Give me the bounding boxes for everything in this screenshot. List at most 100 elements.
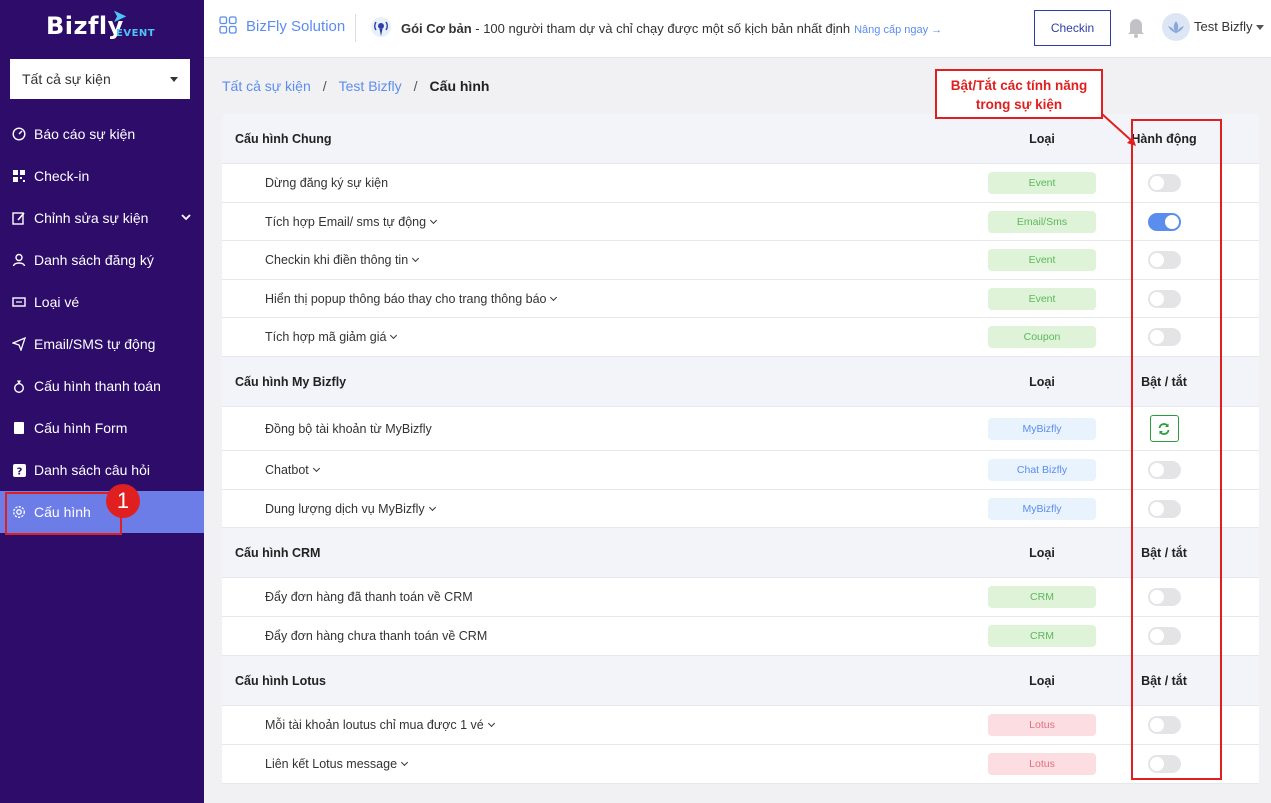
type-badge: Lotus xyxy=(988,753,1096,775)
setting-label: Đẩy đơn hàng đã thanh toán về CRM xyxy=(265,590,473,604)
type-column-header: Loại xyxy=(1029,545,1055,560)
setting-label: Đẩy đơn hàng chưa thanh toán về CRM xyxy=(265,629,488,643)
user-icon xyxy=(10,251,28,269)
setting-row: Mỗi tài khoản loutus chỉ mua được 1 vé Lo… xyxy=(222,706,1259,745)
settings-panel: Cấu hình Chung Loại Hành động Dừng đăng ký … xyxy=(222,114,1259,784)
breadcrumb: Tất cả sự kiện / Test Bizfly / Cấu hình xyxy=(222,78,489,94)
setting-row: Đẩy đơn hàng đã thanh toán về CRM CRM xyxy=(222,578,1259,617)
solution-link[interactable]: BizFly Solution xyxy=(246,18,345,35)
annotation-callout: Bật/Tắt các tính năng trong sự kiện xyxy=(935,69,1103,119)
setting-row: Đồng bộ tài khoản từ MyBizfly MyBizfly xyxy=(222,407,1259,451)
setting-row: Hiển thị popup thông báo thay cho trang … xyxy=(222,280,1259,318)
edit-icon xyxy=(10,209,28,227)
breadcrumb-link[interactable]: Tất cả sự kiện xyxy=(222,78,311,94)
section-header: Cấu hình CRM Loại Bật / tắt xyxy=(222,528,1259,578)
sidebar-item-label: Chỉnh sửa sự kiện xyxy=(34,210,149,226)
sidebar-item-label: Cấu hình thanh toán xyxy=(34,378,161,394)
chevron-down-icon xyxy=(180,210,192,226)
type-badge: Chat Bizfly xyxy=(988,459,1096,481)
setting-name[interactable]: Tích hợp Email/ sms tự động xyxy=(265,215,438,229)
chevron-down-icon[interactable] xyxy=(400,758,409,767)
sidebar-item-registrations[interactable]: Danh sách đăng ký xyxy=(0,239,204,281)
sidebar-item-label: Danh sách câu hỏi xyxy=(34,462,150,478)
bell-icon[interactable] xyxy=(1126,16,1146,41)
sidebar-item-label: Cấu hình Form xyxy=(34,420,128,436)
type-badge: Coupon xyxy=(988,326,1096,348)
send-icon xyxy=(10,335,28,353)
setting-name[interactable]: Checkin khi điền thông tin xyxy=(265,253,420,267)
type-badge: Lotus xyxy=(988,714,1096,736)
section-header: Cấu hình My Bizfly Loại Bật / tắt xyxy=(222,357,1259,407)
type-badge: Event xyxy=(988,172,1096,194)
setting-row: Dừng đăng ký sự kiện Event xyxy=(222,164,1259,203)
chevron-down-icon[interactable] xyxy=(390,331,398,340)
money-bag-icon xyxy=(10,377,28,395)
bizfly-logo[interactable]: Bizfly ➤ EVENT xyxy=(46,6,155,40)
setting-label: Chatbot xyxy=(265,463,309,477)
top-bar: BizFly Solution Gói Cơ bản - 100 người t… xyxy=(204,0,1271,58)
logo-sub: EVENT xyxy=(116,28,156,39)
sidebar-item-payment-config[interactable]: Cấu hình thanh toán xyxy=(0,365,204,407)
setting-label: Dừng đăng ký sự kiện xyxy=(265,176,389,190)
setting-row: Dung lượng dịch vụ MyBizfly MyBizfly xyxy=(222,490,1259,528)
setting-label: Mỗi tài khoản loutus chỉ mua được 1 vé xyxy=(265,718,484,732)
setting-name[interactable]: Dung lượng dịch vụ MyBizfly xyxy=(265,501,436,516)
setting-name[interactable]: Chatbot xyxy=(265,463,320,477)
setting-label: Dung lượng dịch vụ MyBizfly xyxy=(265,501,425,516)
caret-down-icon[interactable] xyxy=(1256,25,1264,30)
breadcrumb-link[interactable]: Test Bizfly xyxy=(339,78,402,94)
package-name: Gói Cơ bản xyxy=(401,21,472,36)
upgrade-link[interactable]: Nâng cấp ngay → xyxy=(854,24,942,36)
sidebar-item-ticket-types[interactable]: Loại vé xyxy=(0,281,204,323)
type-badge: Event xyxy=(988,287,1096,310)
setting-name[interactable]: Mỗi tài khoản loutus chỉ mua được 1 vé xyxy=(265,718,495,732)
setting-name: Đẩy đơn hàng chưa thanh toán về CRM xyxy=(265,629,487,643)
highlight-box-actions xyxy=(1131,119,1222,780)
setting-name[interactable]: Tích hợp mã giảm giá xyxy=(265,330,398,344)
package-desc: - 100 người tham dự và chỉ chạy được một… xyxy=(471,21,851,36)
chevron-down-icon[interactable] xyxy=(550,293,558,301)
setting-name[interactable]: Liên kết Lotus message xyxy=(265,757,409,771)
breadcrumb-sep: / xyxy=(322,78,327,94)
sidebar-item-label: Check-in xyxy=(34,168,90,184)
sidebar-item-label: Danh sách đăng ký xyxy=(34,252,154,268)
setting-row: Checkin khi điền thông tin Event xyxy=(222,241,1259,280)
sidebar-item-checkin[interactable]: Check-in xyxy=(0,155,204,197)
sidebar-item-report[interactable]: Báo cáo sự kiện xyxy=(0,113,204,155)
sidebar-nav: Báo cáo sự kiện Check-in Chỉnh sửa sự ki… xyxy=(0,113,204,533)
sidebar-item-edit-event[interactable]: Chỉnh sửa sự kiện xyxy=(0,197,204,239)
chevron-down-icon[interactable] xyxy=(430,216,438,224)
type-badge: Email/Sms xyxy=(988,210,1096,233)
grid-icon[interactable] xyxy=(219,16,237,37)
sidebar-item-auto-email-sms[interactable]: Email/SMS tự động xyxy=(0,323,204,365)
checkin-button[interactable]: Checkin xyxy=(1034,10,1111,46)
chevron-down-icon[interactable] xyxy=(312,464,320,473)
chevron-down-icon[interactable] xyxy=(487,719,495,728)
divider xyxy=(355,14,356,42)
event-select[interactable]: Tất cả sự kiện xyxy=(10,59,190,99)
step-badge: 1 xyxy=(106,484,140,518)
sidebar-item-label: Báo cáo sự kiện xyxy=(34,126,136,142)
chevron-down-icon[interactable] xyxy=(428,503,436,511)
package-info: Gói Cơ bản - 100 người tham dự và chỉ ch… xyxy=(401,21,942,36)
setting-row: Tích hợp Email/ sms tự động Email/Sms xyxy=(222,203,1259,241)
question-icon: ? xyxy=(10,461,28,479)
event-select-value: Tất cả sự kiện xyxy=(22,71,111,87)
chevron-down-icon[interactable] xyxy=(412,254,420,263)
type-badge: CRM xyxy=(988,586,1096,608)
setting-row: Tích hợp mã giảm giá Coupon xyxy=(222,318,1259,357)
setting-name: Đẩy đơn hàng đã thanh toán về CRM xyxy=(265,590,473,604)
sidebar-item-form-config[interactable]: Cấu hình Form xyxy=(0,407,204,449)
setting-name: Đồng bộ tài khoản từ MyBizfly xyxy=(265,422,432,436)
sidebar: Bizfly ➤ EVENT Tất cả sự kiện Báo cáo sự… xyxy=(0,0,204,803)
sidebar-item-questions[interactable]: ? Danh sách câu hỏi xyxy=(0,449,204,491)
sidebar-item-label: Loại vé xyxy=(34,294,80,310)
setting-label: Đồng bộ tài khoản từ MyBizfly xyxy=(265,421,432,436)
ticket-icon xyxy=(10,293,28,311)
section-title: Cấu hình CRM xyxy=(235,545,321,560)
setting-name[interactable]: Hiển thị popup thông báo thay cho trang … xyxy=(265,292,558,306)
avatar[interactable] xyxy=(1162,13,1190,41)
type-badge: MyBizfly xyxy=(988,417,1096,440)
user-name[interactable]: Test Bizfly xyxy=(1194,19,1253,34)
setting-row: Chatbot Chat Bizfly xyxy=(222,451,1259,490)
